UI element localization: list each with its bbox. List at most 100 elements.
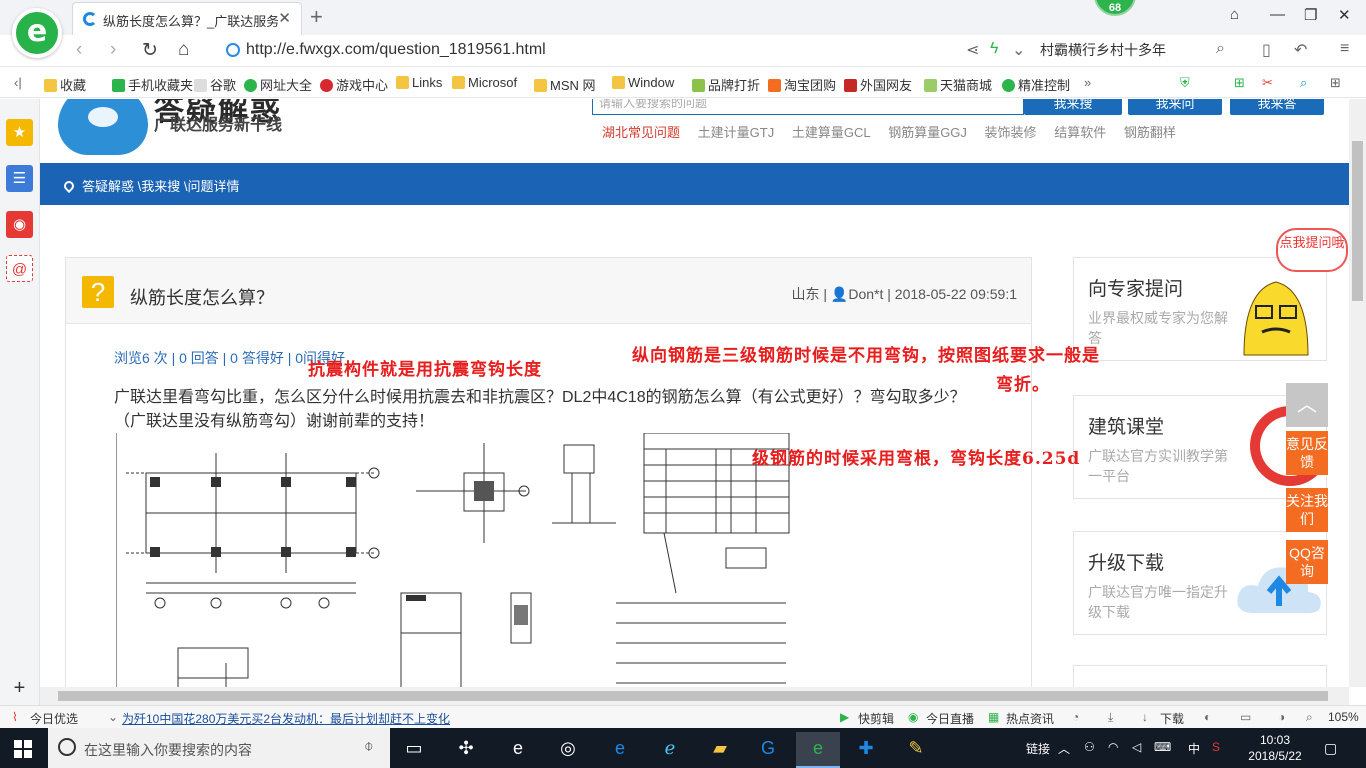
favorite-item[interactable]: 淘宝团购 bbox=[768, 75, 836, 94]
vertical-scroll-thumb[interactable] bbox=[1352, 141, 1363, 301]
windows-start-icon[interactable] bbox=[14, 740, 32, 758]
favorites-collapse-icon[interactable]: ‹| bbox=[14, 75, 22, 90]
hotlink[interactable]: 装饰装修 bbox=[985, 125, 1037, 140]
tray-chevron-icon[interactable]: ︿ bbox=[1058, 740, 1070, 757]
favorite-item[interactable]: 品牌打折 bbox=[692, 75, 760, 94]
shirt-icon[interactable]: ⌂ bbox=[1230, 6, 1239, 23]
status-item[interactable]: 下载 bbox=[1160, 710, 1184, 727]
microphone-icon[interactable]: ⌽ bbox=[364, 738, 374, 756]
today-picks[interactable]: 今日优选 bbox=[30, 710, 78, 727]
favorite-item[interactable]: Window bbox=[612, 75, 674, 90]
tab-close-icon[interactable]: ✕ bbox=[278, 9, 291, 27]
favorites-star-icon[interactable]: ★ bbox=[6, 119, 33, 146]
site-logo[interactable]: 答疑解惑 广联达服务新干线 bbox=[58, 99, 328, 155]
notification-badge[interactable]: 68 bbox=[1094, 0, 1136, 16]
spiral-app-icon[interactable]: ◎ bbox=[546, 732, 590, 768]
favorite-item[interactable]: Microsof bbox=[452, 75, 517, 90]
hotlink[interactable]: 钢筋算量GGJ bbox=[888, 125, 967, 140]
breadcrumb[interactable]: 答疑解惑 \我来搜 \问题详情 bbox=[61, 176, 239, 195]
browser-tab[interactable]: 纵筋长度怎么算？_广联达服务新 ✕ bbox=[72, 2, 302, 35]
favorite-item[interactable]: Links bbox=[396, 75, 442, 90]
follow-button[interactable]: 关注我们 bbox=[1286, 488, 1328, 532]
search-input[interactable]: 村霸横行乡村十多年 bbox=[1040, 40, 1240, 64]
notepad-app-icon[interactable]: ✎ bbox=[894, 732, 938, 768]
undo-icon[interactable]: ↶ bbox=[1294, 40, 1307, 60]
email-icon[interactable]: @ bbox=[6, 255, 33, 282]
volume-icon[interactable]: ◁ bbox=[1132, 740, 1141, 754]
plus-app-icon[interactable]: ✚ bbox=[844, 732, 888, 768]
vertical-scrollbar[interactable] bbox=[1349, 99, 1366, 687]
chevron-down-icon[interactable]: ⌄ bbox=[1012, 40, 1025, 60]
status-item[interactable]: 热点资讯 bbox=[1006, 710, 1054, 727]
close-window-icon[interactable]: ✕ bbox=[1338, 6, 1351, 24]
hotlink[interactable]: 土建计量GTJ bbox=[698, 125, 775, 140]
share-icon[interactable]: ⋖ bbox=[966, 40, 979, 60]
taskbar-search-input[interactable]: 在这里输入你要搜索的内容 ⌽ bbox=[48, 728, 390, 768]
qq-consult-button[interactable]: QQ咨询 bbox=[1286, 540, 1328, 584]
favorite-item[interactable]: 游戏中心 bbox=[320, 75, 388, 94]
speed-icon[interactable]: ◔ bbox=[1072, 710, 1079, 724]
meta-user[interactable]: Don*t bbox=[848, 286, 883, 302]
favorite-item[interactable]: 外国网友 bbox=[844, 75, 912, 94]
horizontal-scroll-thumb[interactable] bbox=[58, 691, 1328, 701]
grid-icon[interactable]: ⊞ bbox=[1330, 75, 1341, 91]
more-favorites-icon[interactable]: » bbox=[1084, 75, 1091, 90]
window-icon[interactable]: ▭ bbox=[1240, 710, 1251, 724]
favorite-item[interactable]: 谷歌 bbox=[194, 75, 236, 94]
zoom-level[interactable]: 105% bbox=[1328, 710, 1359, 724]
feedback-button[interactable]: 意见反馈 bbox=[1286, 431, 1328, 475]
reader-icon[interactable]: ☰ bbox=[6, 165, 33, 192]
refresh-icon[interactable]: ↻ bbox=[142, 39, 158, 62]
favorite-item[interactable]: MSN 网 bbox=[534, 75, 596, 94]
next-card[interactable] bbox=[1073, 665, 1327, 687]
task-view-icon[interactable]: ▭ bbox=[392, 732, 436, 768]
hotlink[interactable]: 钢筋翻样 bbox=[1124, 125, 1176, 140]
hotlink[interactable]: 结算软件 bbox=[1054, 125, 1106, 140]
mute-icon[interactable]: ◑ bbox=[1278, 710, 1285, 724]
favorite-item[interactable]: 网址大全 bbox=[244, 75, 312, 94]
file-explorer-icon[interactable]: ▰ bbox=[698, 732, 742, 768]
phone-icon[interactable]: ▯ bbox=[1262, 40, 1271, 60]
favorite-item[interactable]: 天猫商城 bbox=[924, 75, 992, 94]
ask-button[interactable]: 我来问 bbox=[1128, 99, 1222, 115]
add-sidebar-icon[interactable]: + bbox=[6, 675, 33, 702]
back-to-top-icon[interactable]: ︿ bbox=[1286, 383, 1328, 427]
search-button[interactable]: 我来搜 bbox=[1024, 99, 1122, 115]
ask-expert-card[interactable]: 向专家提问 业界最权威专家为您解答 bbox=[1073, 257, 1327, 361]
answer-button[interactable]: 我来答 bbox=[1230, 99, 1324, 115]
translate-icon[interactable]: ⊞ bbox=[1234, 75, 1245, 91]
shield-icon[interactable]: ⛨ bbox=[1180, 75, 1190, 91]
news-ticker[interactable]: 为歼10中国花280万美元买2台发动机：最后计划却赶不上变化 bbox=[122, 710, 450, 727]
favorite-item[interactable]: 精准控制 bbox=[1002, 75, 1070, 94]
weibo-icon[interactable]: ◉ bbox=[6, 211, 33, 238]
horizontal-scrollbar[interactable] bbox=[40, 687, 1349, 705]
people-icon[interactable]: ⚇ bbox=[1084, 740, 1095, 754]
forward-icon[interactable]: › bbox=[110, 39, 116, 61]
360-browser-taskbar-icon[interactable]: e bbox=[796, 732, 840, 768]
status-item[interactable]: 今日直播 bbox=[926, 710, 974, 727]
ime-indicator[interactable]: 中 bbox=[1188, 740, 1200, 757]
status-item[interactable]: 快剪辑 bbox=[858, 710, 894, 727]
hotlink[interactable]: 湖北常见问题 bbox=[602, 125, 680, 140]
sound-icon[interactable]: ◐ bbox=[1204, 710, 1211, 724]
url-field[interactable]: http://e.fwxgx.com/question_1819561.html bbox=[222, 39, 922, 63]
lightning-icon[interactable]: ϟ bbox=[990, 40, 998, 58]
tray-link-label[interactable]: 链接 bbox=[1026, 740, 1050, 757]
site-search-input[interactable]: 请输入要搜索的问题 bbox=[592, 99, 1024, 115]
edge-app-icon[interactable]: e bbox=[496, 732, 540, 768]
attached-drawing-image[interactable] bbox=[116, 433, 796, 687]
keyboard-icon[interactable]: ⌨ bbox=[1154, 740, 1171, 754]
wifi-icon[interactable]: ◠ bbox=[1108, 740, 1118, 754]
magnifier-icon[interactable]: ⌕ bbox=[1300, 75, 1307, 91]
edge-browser-icon[interactable]: e bbox=[598, 732, 642, 768]
search-icon[interactable]: ⌕ bbox=[1216, 40, 1225, 58]
back-icon[interactable]: ‹ bbox=[76, 39, 82, 61]
sogou-icon[interactable]: S bbox=[1212, 740, 1220, 754]
chevron-down-icon[interactable]: ⌄ bbox=[108, 710, 118, 724]
scissors-icon[interactable]: ✂ bbox=[1262, 75, 1273, 91]
new-tab-button[interactable]: + bbox=[310, 4, 323, 30]
restore-icon[interactable]: ❐ bbox=[1304, 6, 1317, 24]
home-icon[interactable]: ⌂ bbox=[178, 39, 189, 61]
favorite-item[interactable]: 收藏 bbox=[44, 75, 86, 94]
ie-browser-icon[interactable]: ℯ bbox=[648, 732, 692, 768]
